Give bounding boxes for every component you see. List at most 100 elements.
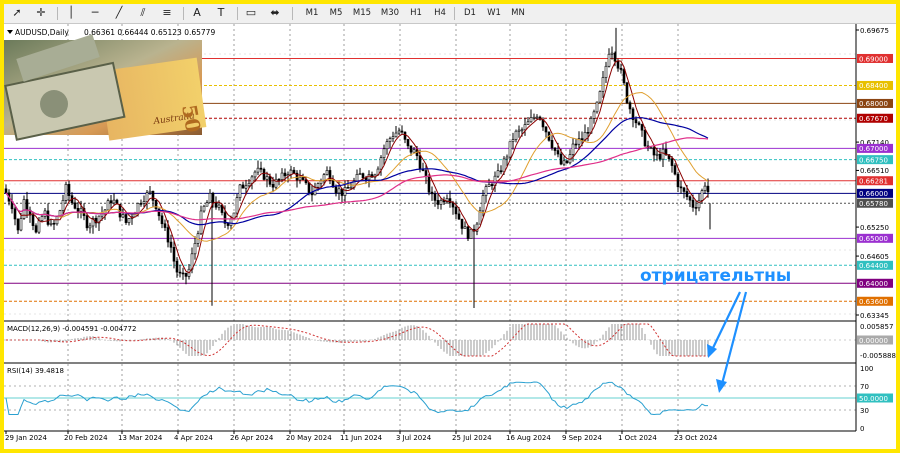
cursor-icon[interactable]: ➚ [8, 5, 26, 21]
candle-body [139, 203, 143, 205]
candle-body [250, 176, 254, 184]
candle-body [337, 188, 341, 194]
candle-body [502, 158, 506, 173]
candle-body [469, 228, 473, 239]
candle-body [253, 171, 257, 178]
candle-body [673, 165, 677, 175]
candle-body [523, 124, 527, 131]
candle-body [235, 197, 239, 214]
candle-body [625, 82, 629, 103]
toolbar-separator [237, 7, 238, 20]
candle-body [64, 184, 68, 201]
text-label-icon[interactable]: T [212, 5, 230, 21]
crosshair-icon[interactable]: ✛ [32, 5, 50, 21]
trendline-icon[interactable]: ╱ [110, 5, 128, 21]
vertical-line-icon[interactable]: │ [62, 5, 80, 21]
candle-body [379, 157, 383, 170]
candle-body [676, 173, 680, 188]
timeframe-mn-button[interactable]: MN [506, 5, 530, 21]
candle-body [43, 210, 47, 217]
timeframe-h1-button[interactable]: H1 [404, 5, 428, 21]
timeframe-h4-button[interactable]: H4 [428, 5, 452, 21]
time-axis-label: 9 Sep 2024 [562, 434, 602, 442]
candle-body [154, 200, 158, 210]
candle-body [340, 188, 344, 196]
candle-body [31, 214, 35, 226]
timeframe-d1-button[interactable]: D1 [458, 5, 482, 21]
candle-body [430, 191, 434, 195]
macd-axis-label: -0.005888 [860, 352, 896, 360]
candle-body [307, 182, 311, 193]
candle-body [454, 206, 458, 215]
candle-body [367, 174, 371, 181]
candle-body [199, 210, 203, 235]
rsi-axis-label: 50.0000 [859, 395, 888, 403]
price-axis-label: 0.63345 [860, 312, 889, 320]
annotation-text: отрицательтны [640, 266, 791, 286]
candle-body [511, 139, 515, 142]
candle-body [700, 190, 704, 201]
candle-body [193, 243, 197, 255]
candle-body [697, 200, 701, 209]
timeframe-m5-button[interactable]: M5 [324, 5, 348, 21]
time-axis-label: 20 May 2024 [286, 434, 332, 442]
rectangle-icon[interactable]: ▭ [242, 5, 260, 21]
timeframe-m15-button[interactable]: M15 [348, 5, 376, 21]
candle-body [46, 210, 50, 225]
candle-body [301, 177, 305, 180]
candle-body [298, 177, 302, 181]
candle-body [643, 129, 647, 147]
candle-body [121, 214, 125, 218]
timeframe-m30-button[interactable]: M30 [376, 5, 404, 21]
candle-body [652, 147, 656, 156]
price-axis-label: 0.68000 [859, 100, 888, 108]
price-axis-label: 0.67000 [859, 145, 888, 153]
candle-body [19, 218, 23, 231]
candle-body [532, 116, 536, 119]
candle-body [238, 184, 242, 199]
chart-area[interactable]: Australia50 AUDUSD,Daily 0.66361 0.66444 … [4, 24, 896, 449]
rsi-axis-label: 30 [860, 407, 869, 415]
candle-body [505, 156, 509, 160]
candle-body [382, 148, 386, 158]
time-axis-label: 16 Aug 2024 [506, 434, 551, 442]
timeframe-m1-button[interactable]: M1 [300, 5, 324, 21]
candle-body [562, 160, 566, 165]
candle-body [76, 208, 80, 212]
price-axis-label: 0.69000 [859, 55, 888, 63]
candle-body [571, 143, 575, 155]
candle-body [463, 226, 467, 229]
shapes-dropdown-icon[interactable]: ⬌ [266, 5, 284, 21]
candle-body [226, 223, 230, 226]
equidistant-channel-icon[interactable]: ⫽ [134, 5, 152, 21]
candle-body [400, 130, 404, 133]
chart-symbol-title: AUDUSD,Daily [15, 28, 69, 37]
candle-body [217, 204, 221, 208]
price-axis-label: 0.66281 [859, 178, 888, 186]
fibonacci-icon[interactable]: ≡ [158, 5, 176, 21]
toolbar-separator [292, 7, 293, 20]
candle-body [427, 176, 431, 193]
candle-body [409, 145, 413, 153]
candle-body [145, 192, 149, 202]
candle-body [481, 195, 485, 212]
candle-body [628, 102, 632, 110]
candle-body [61, 200, 65, 211]
candle-body [604, 65, 608, 78]
horizontal-line-icon[interactable]: ─ [86, 5, 104, 21]
candle-body [688, 196, 692, 201]
time-axis-label: 29 Jan 2024 [5, 434, 48, 442]
candle-body [406, 139, 410, 147]
chart-ohlc-values: 0.66361 0.66444 0.65123 0.65779 [84, 28, 215, 37]
candle-body [436, 200, 440, 205]
price-axis-label: 0.64400 [859, 262, 888, 270]
timeframe-w1-button[interactable]: W1 [482, 5, 506, 21]
candle-body [388, 138, 392, 142]
text-icon[interactable]: A [188, 5, 206, 21]
time-axis-label: 25 Jul 2024 [452, 434, 492, 442]
candle-body [160, 215, 164, 225]
candle-body [565, 160, 569, 164]
candle-body [73, 202, 77, 209]
svg-text:50: 50 [177, 103, 205, 135]
candle-body [637, 122, 641, 125]
